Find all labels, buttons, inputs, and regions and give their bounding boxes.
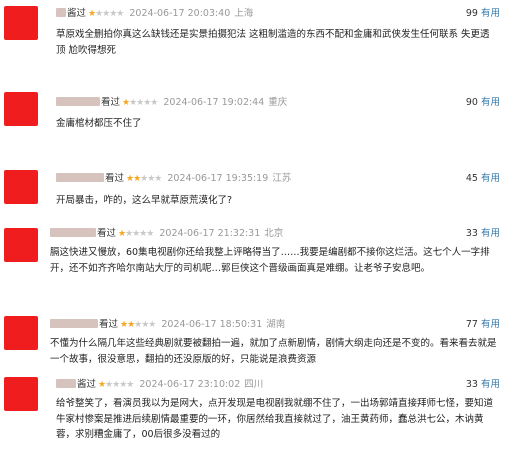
review-date: 2024-06-17 19:35:19 bbox=[167, 173, 269, 184]
review-meta: 酱过 ★★★★★ 2024-06-17 20:03:40 上海 bbox=[56, 7, 253, 21]
useful-count: 77 bbox=[465, 319, 478, 330]
useful-label[interactable]: 有用 bbox=[481, 173, 500, 184]
useful-vote[interactable]: 99 有用 bbox=[466, 7, 500, 21]
review-date: 2024-06-17 18:50:31 bbox=[161, 319, 263, 330]
useful-count: 90 bbox=[465, 97, 478, 108]
rating-stars: ★★★★★ bbox=[98, 380, 134, 390]
review-meta: 看过 ★★★★★ 2024-06-17 19:35:19 江苏 bbox=[56, 172, 291, 186]
rating-stars: ★★★★★ bbox=[118, 229, 154, 239]
review-list: 酱过 ★★★★★ 2024-06-17 20:03:40 上海 99 有用 草原戏全删… bbox=[0, 0, 509, 462]
avatar[interactable] bbox=[4, 170, 38, 204]
useful-count: 99 bbox=[465, 8, 478, 19]
useful-label[interactable]: 有用 bbox=[481, 8, 500, 19]
review-text: 给爷整笑了，看演员我以为是网大，点开发现是电视剧我就绷不住了，一出场郭靖直接拜师… bbox=[56, 398, 494, 440]
review-date: 2024-06-17 21:32:31 bbox=[159, 228, 261, 239]
avatar[interactable] bbox=[4, 316, 38, 350]
review-location: 四川 bbox=[244, 379, 264, 390]
username[interactable]: 看过 bbox=[50, 319, 118, 330]
useful-count: 33 bbox=[465, 379, 478, 390]
rating-stars: ★★★★★ bbox=[122, 98, 158, 108]
review-text: 不懂为什么隔几年这些经典剧就要被翻拍一遍，就加了点新剧情，剧情大纲走向还是不变的… bbox=[50, 338, 497, 365]
useful-vote[interactable]: 45 有用 bbox=[466, 172, 500, 186]
username[interactable]: 看过 bbox=[56, 173, 124, 184]
review-meta: 酱过 ★★★★★ 2024-06-17 23:10:02 四川 bbox=[56, 378, 263, 392]
useful-label[interactable]: 有用 bbox=[481, 97, 500, 108]
review-meta: 看过 ★★★★★ 2024-06-17 19:02:44 重庆 bbox=[56, 96, 287, 110]
rating-stars: ★★★★★ bbox=[126, 174, 162, 184]
review-meta: 看过 ★★★★★ 2024-06-17 18:50:31 湖南 bbox=[50, 318, 285, 332]
useful-label[interactable]: 有用 bbox=[481, 379, 500, 390]
avatar[interactable] bbox=[4, 228, 38, 262]
review-location: 重庆 bbox=[268, 97, 288, 108]
review-location: 江苏 bbox=[272, 173, 292, 184]
useful-count: 45 bbox=[465, 173, 478, 184]
avatar[interactable] bbox=[4, 6, 38, 40]
username[interactable]: 酱过 bbox=[56, 379, 96, 390]
review-text: 膈这快进又慢放，60集电视剧你还给我整上评略得当了……我要是编剧都不接你这烂活。… bbox=[50, 247, 490, 274]
review-location: 湖南 bbox=[266, 319, 286, 330]
review-meta: 看过 ★★★★★ 2024-06-17 21:32:31 北京 bbox=[50, 227, 283, 241]
username[interactable]: 看过 bbox=[56, 97, 120, 108]
username[interactable]: 看过 bbox=[50, 228, 116, 239]
useful-vote[interactable]: 33 有用 bbox=[466, 227, 500, 241]
useful-label[interactable]: 有用 bbox=[481, 319, 500, 330]
useful-vote[interactable]: 77 有用 bbox=[466, 318, 500, 332]
review-location: 北京 bbox=[264, 228, 284, 239]
username[interactable]: 酱过 bbox=[56, 8, 86, 19]
review-date: 2024-06-17 20:03:40 bbox=[129, 8, 231, 19]
useful-vote[interactable]: 90 有用 bbox=[466, 96, 500, 110]
review-text: 开局暴击，咋的，这么早就草原荒漠化了? bbox=[56, 195, 233, 206]
useful-vote[interactable]: 33 有用 bbox=[466, 378, 500, 392]
rating-stars: ★★★★★ bbox=[120, 320, 156, 330]
useful-label[interactable]: 有用 bbox=[481, 228, 500, 239]
review-text: 草原戏全删拍你真这么缺钱还是实景拍摄犯法 这粗制滥造的东西不配和金庸和武侠发生任… bbox=[56, 29, 490, 56]
avatar[interactable] bbox=[4, 92, 38, 126]
useful-count: 33 bbox=[465, 228, 478, 239]
avatar[interactable] bbox=[4, 377, 38, 411]
review-text: 金庸棺材都压不住了 bbox=[56, 118, 142, 129]
rating-stars: ★★★★★ bbox=[88, 9, 124, 19]
review-location: 上海 bbox=[234, 8, 254, 19]
review-date: 2024-06-17 19:02:44 bbox=[163, 97, 265, 108]
review-date: 2024-06-17 23:10:02 bbox=[139, 379, 241, 390]
